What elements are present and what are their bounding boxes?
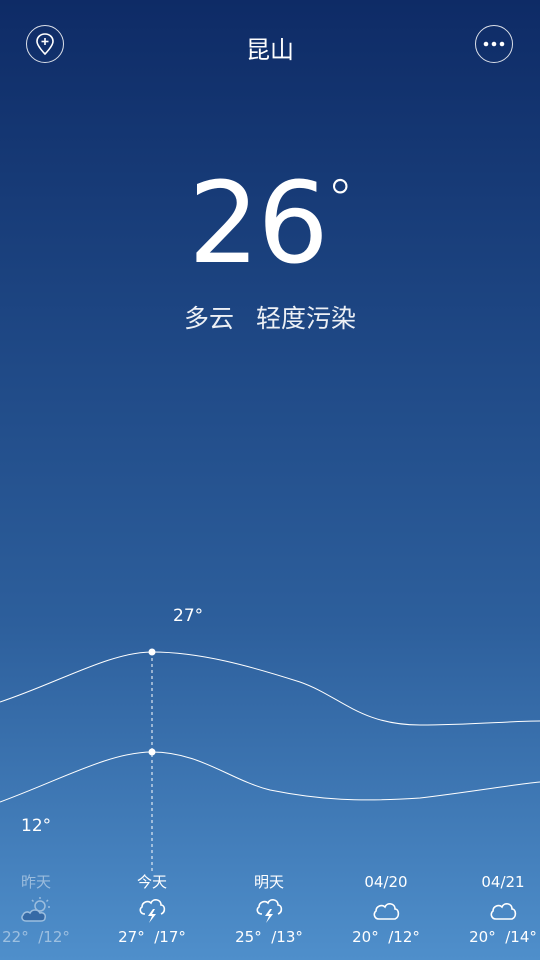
forecast-temps: 20° /12° — [336, 928, 436, 946]
forecast-high: 25° — [235, 928, 262, 946]
forecast-low: /14° — [505, 928, 537, 946]
current-temp-degree: ° — [326, 168, 354, 231]
forecast-temps: 25° /13° — [219, 928, 319, 946]
forecast-day[interactable]: 明天 25° /13° — [219, 872, 319, 946]
forecast-day-label: 明天 — [253, 873, 284, 891]
city-title: 昆山 — [246, 36, 294, 64]
forecast-day[interactable]: 04/21 20° /14° — [453, 872, 540, 946]
forecast-day-label: 今天 — [136, 873, 167, 891]
today-low-point — [148, 748, 156, 756]
forecast-day-label: 04/20 — [364, 873, 408, 891]
today-high-point — [148, 648, 156, 656]
thunderstorm-icon — [219, 894, 319, 926]
air-quality-text: 轻度污染 — [255, 304, 356, 333]
forecast-high: 20° — [352, 928, 379, 946]
current-temp-value: 26 — [188, 159, 329, 289]
condition-text: 多云 — [184, 304, 235, 333]
forecast-high: 20° — [469, 928, 496, 946]
high-temp-curve — [0, 651, 540, 726]
forecast-strip: 昨天 22° /12° 今天 27° /17° 明天 25° /13° 04/2… — [0, 872, 540, 960]
forecast-temps: 27° /17° — [102, 928, 202, 946]
low-temp-curve — [0, 751, 540, 803]
forecast-temps: 20° /14° — [453, 928, 540, 946]
forecast-low: /12° — [388, 928, 420, 946]
thunderstorm-icon — [102, 894, 202, 926]
cloudy-icon — [453, 894, 540, 926]
forecast-day[interactable]: 今天 27° /17° — [102, 872, 202, 946]
high-temp-label: 27° — [173, 606, 204, 626]
low-temp-label: 12° — [21, 816, 52, 836]
forecast-low: /12° — [38, 928, 70, 946]
forecast-low: /17° — [154, 928, 186, 946]
weather-condition: 多云 轻度污染 — [0, 299, 540, 335]
forecast-high: 27° — [118, 928, 145, 946]
cloudy-icon — [336, 894, 436, 926]
more-icon — [483, 41, 505, 47]
current-temperature: 26° — [0, 168, 540, 280]
forecast-day[interactable]: 昨天 22° /12° — [0, 872, 86, 946]
forecast-high: 22° — [2, 928, 29, 946]
forecast-day-label: 04/21 — [481, 873, 525, 891]
partly-sunny-icon — [0, 894, 86, 926]
more-options-button[interactable] — [475, 25, 513, 63]
forecast-day[interactable]: 04/20 20° /12° — [336, 872, 436, 946]
forecast-day-label: 昨天 — [20, 873, 51, 891]
forecast-temps: 22° /12° — [0, 928, 86, 946]
forecast-low: /13° — [271, 928, 303, 946]
status-bar — [0, 0, 540, 8]
temperature-curve-chart — [0, 648, 540, 872]
